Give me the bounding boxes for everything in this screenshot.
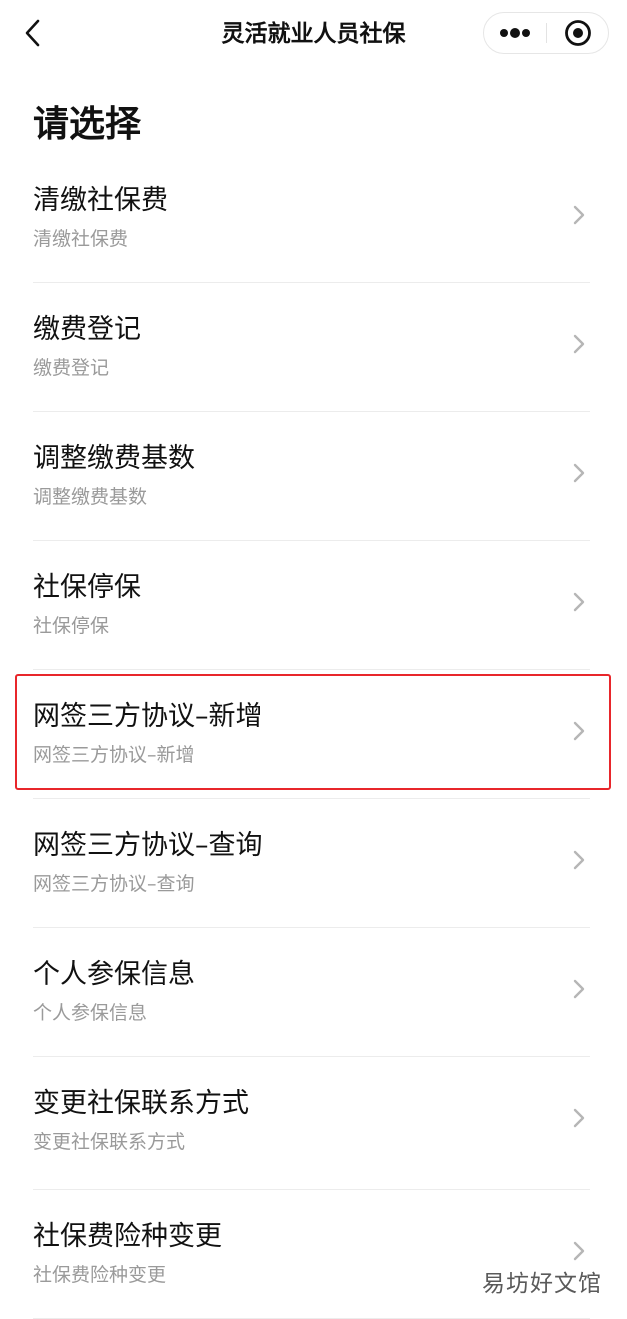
menu-item-suspend-insurance[interactable]: 社保停保 社保停保: [0, 541, 627, 670]
chevron-right-icon: [573, 592, 585, 612]
menu-item-subtitle: 调整缴费基数: [33, 486, 148, 508]
menu-item-title: 调整缴费基数: [33, 443, 195, 474]
chevron-right-icon: [573, 850, 585, 870]
menu-item-subtitle: 缴费登记: [33, 357, 110, 379]
menu-item-change-contact[interactable]: 变更社保联系方式 变更社保联系方式: [0, 1057, 627, 1190]
mini-program-capsule: [483, 12, 609, 54]
menu-item-adjust-base[interactable]: 调整缴费基数 调整缴费基数: [0, 412, 627, 541]
chevron-left-icon: [25, 19, 40, 47]
menu-item-clear-payment[interactable]: 清缴社保费 清缴社保费: [0, 154, 627, 283]
chevron-right-icon: [573, 463, 585, 483]
menu-item-sign-agreement-query[interactable]: 网签三方协议–查询 网签三方协议–查询: [0, 799, 627, 928]
menu-item-title: 个人参保信息: [33, 959, 195, 990]
chevron-right-icon: [573, 979, 585, 999]
chevron-right-icon: [573, 1241, 585, 1261]
chevron-right-icon: [573, 205, 585, 225]
menu-item-subtitle: 个人参保信息: [33, 1002, 148, 1024]
page-title: 请选择: [33, 104, 142, 145]
chevron-right-icon: [573, 334, 585, 354]
nav-bar: 灵活就业人员社保: [0, 0, 627, 68]
menu-item-subtitle: 网签三方协议–新增: [33, 744, 195, 766]
back-button[interactable]: [10, 10, 56, 56]
menu-item-title: 网签三方协议–查询: [33, 830, 263, 861]
menu-item-subtitle: 社保停保: [33, 615, 110, 637]
menu-item-title: 网签三方协议–新增: [33, 701, 263, 732]
menu-item-title: 变更社保联系方式: [33, 1088, 249, 1119]
menu-item-title: 社保费险种变更: [33, 1221, 222, 1252]
watermark: 易坊好文馆: [482, 1271, 602, 1297]
nav-title: 灵活就业人员社保: [221, 21, 406, 47]
close-mini-program-button[interactable]: [547, 13, 609, 53]
menu-item-subtitle: 网签三方协议–查询: [33, 873, 195, 895]
menu-list: 清缴社保费 清缴社保费 缴费登记 缴费登记 调整缴费基数 调整缴费基数 社保停保…: [0, 154, 627, 1319]
target-circle-icon: [565, 20, 591, 46]
menu-item-payment-registration[interactable]: 缴费登记 缴费登记: [0, 283, 627, 412]
chevron-right-icon: [573, 721, 585, 741]
menu-item-title: 清缴社保费: [33, 185, 168, 216]
more-button[interactable]: [484, 13, 546, 53]
menu-item-subtitle: 清缴社保费: [33, 228, 129, 250]
chevron-right-icon: [573, 1108, 585, 1128]
menu-item-personal-info[interactable]: 个人参保信息 个人参保信息: [0, 928, 627, 1057]
more-dots-icon: [500, 28, 530, 38]
menu-item-sign-agreement-new[interactable]: 网签三方协议–新增 网签三方协议–新增: [0, 670, 627, 799]
menu-item-subtitle: 社保费险种变更: [33, 1264, 167, 1286]
menu-item-title: 缴费登记: [33, 314, 141, 345]
menu-item-title: 社保停保: [33, 572, 141, 603]
menu-item-subtitle: 变更社保联系方式: [33, 1131, 186, 1153]
